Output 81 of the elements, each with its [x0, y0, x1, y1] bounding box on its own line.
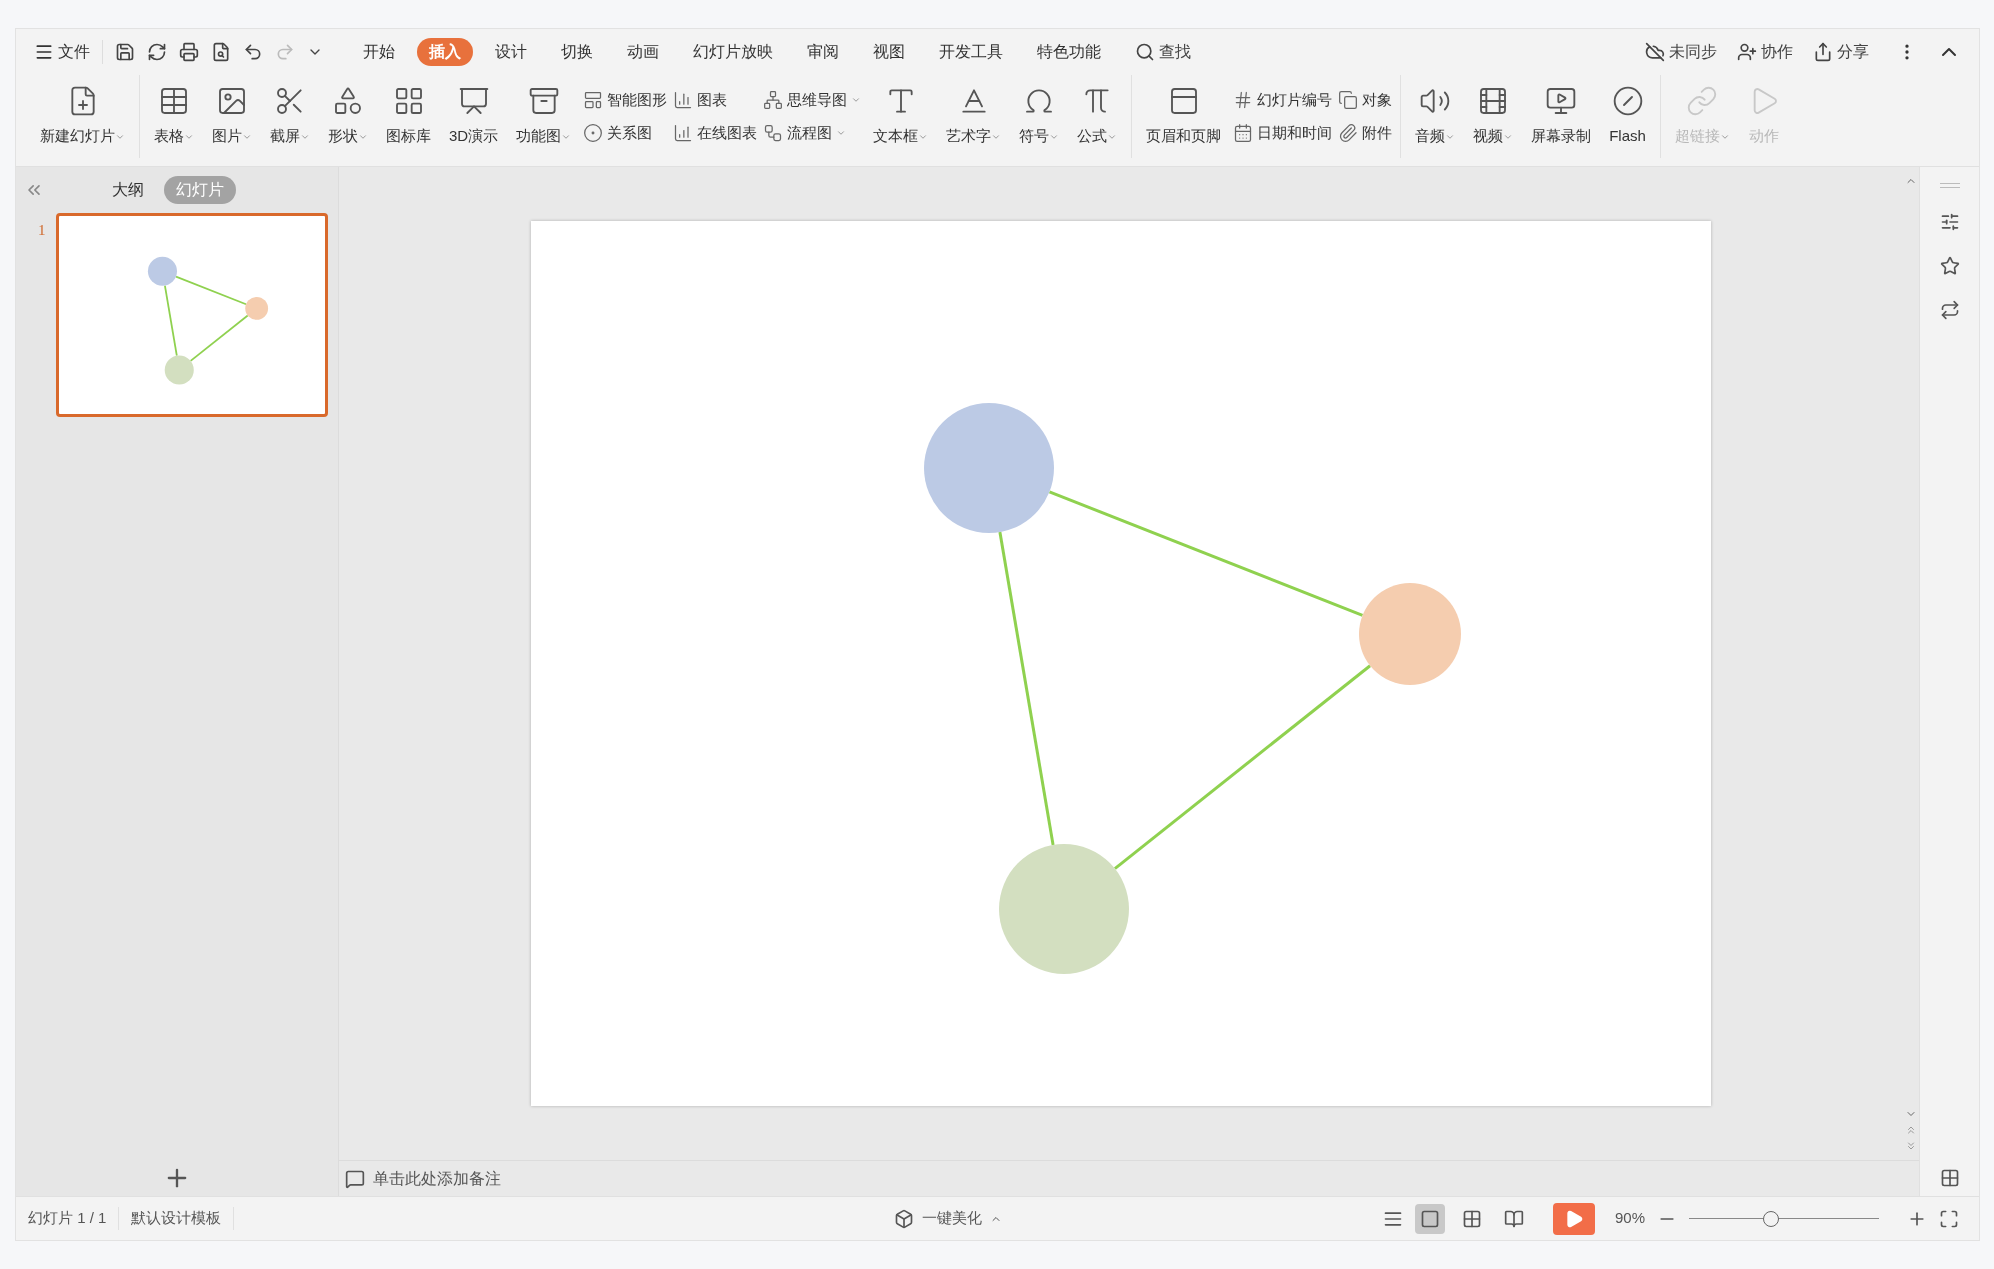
ribbon-button[interactable]: 3D演示 [443, 75, 505, 158]
ribbon-button[interactable]: 视频 [1467, 75, 1520, 158]
ribbon-button[interactable]: 艺术字 [940, 75, 1008, 158]
online-chart-icon [673, 122, 694, 143]
ribbon-button[interactable]: 截屏 [264, 75, 316, 158]
file-menu[interactable]: 文件 [34, 40, 103, 64]
bar-chart-icon [673, 90, 694, 111]
ribbon-button[interactable]: Flash [1603, 75, 1652, 158]
cloud-icon [1645, 42, 1665, 62]
ribbon-small-button[interactable]: 智能图形 [583, 89, 668, 112]
ribbon-small-button[interactable]: 流程图 [763, 121, 862, 144]
panel-tab[interactable]: 大纲 [104, 176, 152, 204]
ribbon-tab[interactable]: 幻灯片放映 [681, 38, 785, 66]
ribbon-button[interactable]: 形状 [322, 75, 374, 158]
zoom-slider[interactable] [1689, 1210, 1879, 1227]
grid-icon[interactable] [1939, 1168, 1960, 1188]
settings-icon[interactable] [1939, 212, 1960, 232]
ribbon-button[interactable]: 新建幻灯片 [34, 75, 131, 158]
search-icon [1135, 42, 1155, 62]
view-icon [1461, 1208, 1482, 1229]
play-button[interactable] [1552, 1202, 1595, 1235]
print-icon[interactable] [179, 42, 199, 62]
ribbon-small-button[interactable]: 附件 [1338, 121, 1393, 144]
ribbon-tab[interactable]: 视图 [861, 38, 917, 66]
ribbon-small-button[interactable]: 图表 [673, 89, 758, 112]
ribbon-button[interactable]: 功能图 [510, 75, 578, 158]
template-name: 默认设计模板 [119, 1207, 235, 1230]
slide-thumbnail[interactable] [55, 213, 328, 417]
view-icon [1503, 1208, 1524, 1229]
flowchart-icon [763, 122, 784, 143]
beautify-button[interactable]: 一键美化 [894, 1207, 1003, 1230]
comment-icon [345, 1168, 365, 1189]
view-icon [1419, 1208, 1440, 1229]
save-icon[interactable] [115, 42, 135, 62]
ribbon-button[interactable]: 屏幕录制 [1525, 75, 1598, 158]
ribbon-tab[interactable]: 开始 [351, 38, 407, 66]
ribbon-tab[interactable]: 动画 [615, 38, 671, 66]
search-button[interactable]: 查找 [1135, 40, 1191, 64]
fit-icon[interactable] [1939, 1208, 1959, 1229]
ribbon-small-button[interactable]: 对象 [1338, 89, 1393, 112]
person-plus-icon [1737, 42, 1757, 62]
swap-icon[interactable] [1939, 300, 1960, 320]
link-icon [1686, 85, 1719, 118]
share-icon [1813, 42, 1833, 62]
header-action[interactable]: 协作 [1737, 40, 1793, 64]
cube-icon [894, 1208, 915, 1229]
ribbon-tab[interactable]: 特色功能 [1025, 38, 1113, 66]
slider-thumb[interactable] [1762, 1210, 1779, 1227]
ribbon-small-button[interactable]: 关系图 [583, 121, 668, 144]
ribbon-button[interactable]: 符号 [1013, 75, 1066, 158]
calendar-icon [1233, 122, 1254, 143]
zoom-value[interactable]: 90% [1614, 1207, 1645, 1230]
ribbon-button[interactable]: 图标库 [380, 75, 437, 158]
preview-icon[interactable] [211, 42, 231, 62]
notes-field[interactable]: 单击此处添加备注 [345, 1166, 501, 1191]
ribbon-tab[interactable]: 审阅 [795, 38, 851, 66]
object-icon [1338, 90, 1359, 111]
slide-count: 幻灯片 1 / 1 [16, 1207, 120, 1230]
ribbon-button[interactable]: 页眉和页脚 [1140, 75, 1228, 158]
undo-icon[interactable] [243, 42, 263, 62]
header-action[interactable]: 分享 [1813, 40, 1869, 64]
handle-icon [1939, 183, 1960, 188]
ribbon-button[interactable]: 图片 [206, 75, 258, 158]
ribbon-button[interactable]: 公式 [1071, 75, 1124, 158]
ribbon-small-button[interactable]: 日期和时间 [1233, 121, 1333, 144]
ribbon-small-button[interactable]: 幻灯片编号 [1233, 89, 1333, 112]
star-icon[interactable] [1939, 256, 1960, 276]
paperclip-icon [1338, 122, 1359, 143]
ribbon-tab[interactable]: 切换 [549, 38, 605, 66]
ribbon-small-button[interactable]: 在线图表 [673, 121, 758, 144]
ribbon-button[interactable]: 文本框 [867, 75, 935, 158]
ribbon-tab[interactable]: 开发工具 [927, 38, 1015, 66]
mind-map-icon [763, 90, 784, 111]
slide-number: 1 [38, 221, 46, 240]
ribbon-tab[interactable]: 设计 [483, 38, 539, 66]
view-button[interactable] [1414, 1203, 1445, 1234]
menu-icon [34, 42, 54, 62]
ribbon-small-button[interactable]: 思维导图 [763, 89, 862, 112]
ribbon-button[interactable]: 音频 [1409, 75, 1462, 158]
header-action[interactable]: 未同步 [1645, 40, 1717, 64]
ribbon-button[interactable]: 表格 [148, 75, 200, 158]
